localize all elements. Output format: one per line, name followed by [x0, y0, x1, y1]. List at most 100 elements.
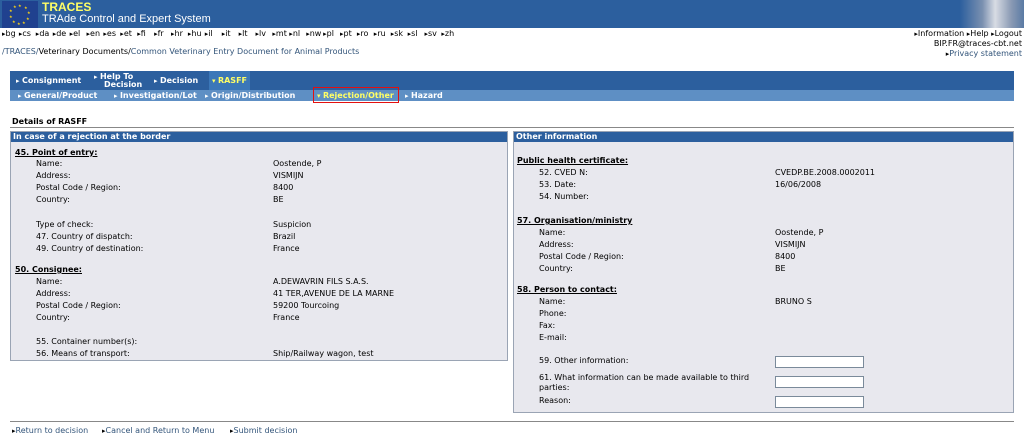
reason-input[interactable]	[775, 396, 864, 408]
language-link-es[interactable]: es	[103, 29, 116, 39]
subtab-general-product[interactable]: General/Product	[18, 90, 97, 101]
subtab-hazard[interactable]: Hazard	[405, 90, 443, 101]
language-link-sv[interactable]: sv	[425, 29, 437, 39]
language-link-cs[interactable]: cs	[19, 29, 31, 39]
number-label: 54. Number:	[539, 192, 589, 201]
language-link-it[interactable]: it	[222, 29, 230, 39]
language-link-lt[interactable]: lt	[239, 29, 247, 39]
bottom-divider	[10, 421, 1014, 422]
poe-country-value: BE	[273, 195, 284, 204]
language-link-hu[interactable]: hu	[188, 29, 201, 39]
section-title: Details of RASFF	[12, 117, 88, 126]
language-link-zh[interactable]: zh	[441, 29, 454, 39]
org-name-label: Name:	[539, 228, 566, 237]
cved-value: CVEDP.BE.2008.0002011	[775, 168, 876, 177]
section-divider	[10, 127, 1014, 128]
other-info-label: 59. Other information:	[539, 356, 629, 365]
language-link-sk[interactable]: sk	[391, 29, 403, 39]
reason-label: Reason:	[539, 396, 571, 405]
consignee-postal-value: 59200 Tourcoing	[273, 301, 340, 310]
org-address-value: VISMIJN	[775, 240, 806, 249]
language-link-nw[interactable]: nw	[306, 29, 322, 39]
language-link-pt[interactable]: pt	[340, 29, 352, 39]
breadcrumb-root[interactable]: /TRACES/	[2, 47, 39, 56]
language-link-bg[interactable]: bg	[2, 29, 16, 39]
subtab-origin-distribution[interactable]: Origin/Distribution	[205, 90, 295, 101]
consignee-country-label: Country:	[36, 313, 70, 322]
help-link[interactable]: Help	[967, 29, 989, 38]
language-link-ro[interactable]: ro	[357, 29, 368, 39]
date-value: 16/06/2008	[775, 180, 822, 189]
destination-country-label: 49. Country of destination:	[36, 244, 144, 253]
third-party-input[interactable]	[775, 376, 864, 388]
breadcrumb-page[interactable]: Common Veterinary Entry Document for Ani…	[131, 47, 360, 56]
other-info-input[interactable]	[775, 356, 864, 368]
other-info-panel: Other information Public health certific…	[513, 131, 1014, 413]
poe-address-label: Address:	[36, 171, 71, 180]
contact-name-label: Name:	[539, 297, 566, 306]
language-link-en[interactable]: en	[87, 29, 100, 39]
language-link-fr[interactable]: fr	[154, 29, 164, 39]
consignee-name-value: A.DEWAVRIN FILS S.A.S.	[273, 277, 369, 286]
organisation-heading: 57. Organisation/ministry	[517, 216, 633, 225]
rejection-panel-title: In case of a rejection at the border	[11, 132, 507, 142]
tab-decision[interactable]: Decision	[154, 71, 198, 90]
language-link-el[interactable]: el	[70, 29, 80, 39]
language-link-sl[interactable]: sl	[408, 29, 417, 39]
consignee-country-value: France	[273, 313, 300, 322]
third-party-label-line1: 61. What information can be made availab…	[539, 373, 750, 382]
language-link-ru[interactable]: ru	[374, 29, 385, 39]
consignee-name-label: Name:	[36, 277, 63, 286]
privacy-link[interactable]: Privacy statement	[946, 49, 1022, 59]
org-address-label: Address:	[539, 240, 574, 249]
org-country-value: BE	[775, 264, 786, 273]
org-country-label: Country:	[539, 264, 573, 273]
top-links: Information Help Logout	[914, 29, 1022, 39]
language-link-nl[interactable]: nl	[289, 29, 300, 39]
language-link-pl[interactable]: pl	[323, 29, 334, 39]
language-link-il[interactable]: il	[205, 29, 212, 39]
language-link-de[interactable]: de	[53, 29, 66, 39]
tab-consignment[interactable]: Consignment	[16, 71, 81, 90]
subtab-investigation-lot[interactable]: Investigation/Lot	[114, 90, 197, 101]
information-link[interactable]: Information	[914, 29, 964, 38]
return-to-decision-link[interactable]: Return to decision	[12, 426, 89, 435]
poe-postal-label: Postal Code / Region:	[36, 183, 121, 192]
cancel-return-menu-link[interactable]: Cancel and Return to Menu	[102, 426, 215, 435]
org-postal-value: 8400	[775, 252, 796, 261]
contact-fax-label: Fax:	[539, 321, 556, 330]
logout-link[interactable]: Logout	[991, 29, 1022, 38]
date-label: 53. Date:	[539, 180, 577, 189]
language-link-mt[interactable]: mt	[272, 29, 287, 39]
contact-email-label: E-mail:	[539, 333, 567, 342]
language-link-et[interactable]: et	[120, 29, 132, 39]
eu-flag-icon: ★ ★ ★ ★ ★ ★ ★ ★ ★ ★	[2, 1, 38, 28]
breadcrumb-section[interactable]: Veterinary Documents	[39, 47, 129, 56]
submit-decision-link[interactable]: Submit decision	[230, 426, 298, 435]
selected-tab-highlight	[313, 87, 399, 103]
destination-country-value: France	[273, 244, 300, 253]
container-number-label: 55. Container number(s):	[36, 337, 138, 346]
tab-rasff[interactable]: RASFF	[209, 71, 250, 90]
language-link-fi[interactable]: fi	[137, 29, 146, 39]
main-tabs: Consignment Help ToDecision Decision RAS…	[10, 71, 1014, 90]
cved-label: 52. CVED N:	[539, 168, 588, 177]
poe-country-label: Country:	[36, 195, 70, 204]
poe-name-label: Name:	[36, 159, 63, 168]
language-bar: bgcsdadeelenesetfifrhrhuilitltlvmtnlnwpl…	[0, 29, 1024, 39]
transport-means-value: Ship/Railway wagon, test	[273, 349, 374, 358]
breadcrumb: /TRACES/Veterinary Documents/Common Vete…	[2, 47, 359, 56]
poe-address-value: VISMIJN	[273, 171, 304, 180]
language-link-hr[interactable]: hr	[171, 29, 183, 39]
user-email: BIP.FR@traces-cbt.net	[933, 39, 1022, 48]
public-health-heading: Public health certificate:	[517, 156, 629, 165]
contact-heading: 58. Person to contact:	[517, 285, 617, 294]
sub-tabs: General/Product Investigation/Lot Origin…	[10, 90, 1014, 101]
check-type-label: Type of check:	[36, 220, 94, 229]
language-link-da[interactable]: da	[36, 29, 49, 39]
third-party-label-line2: parties:	[539, 383, 570, 392]
language-link-lv[interactable]: lv	[256, 29, 266, 39]
consignee-heading: 50. Consignee:	[15, 265, 82, 274]
org-name-value: Oostende, P	[775, 228, 824, 237]
poe-name-value: Oostende, P	[273, 159, 322, 168]
